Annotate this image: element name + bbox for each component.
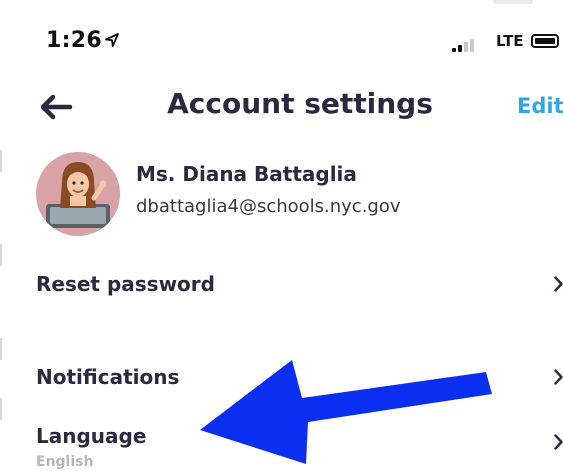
settings-row-label: Notifications — [36, 365, 180, 389]
edge-divider — [0, 150, 2, 172]
profile-email: dbattaglia4@schools.nyc.gov — [136, 196, 401, 217]
carrier-label: LTE — [496, 32, 524, 50]
settings-row-language[interactable]: Language English — [36, 424, 563, 470]
avatar-illustration — [36, 152, 120, 236]
edge-divider — [0, 338, 2, 360]
edit-button[interactable]: Edit — [517, 94, 563, 118]
location-arrow-icon — [105, 33, 119, 47]
status-bar: 1:26 LTE — [0, 28, 563, 62]
account-settings-screen: 1:26 LTE Account settings Edit Ms. Diana… — [0, 0, 563, 471]
edge-divider — [0, 398, 2, 420]
page-title: Account settings — [167, 87, 433, 120]
settings-row-reset-password[interactable]: Reset password — [36, 272, 563, 312]
settings-row-label: Reset password — [36, 272, 215, 296]
avatar — [36, 152, 120, 236]
chevron-right-icon — [554, 369, 563, 385]
chevron-right-icon — [554, 434, 563, 450]
cell-signal-icon — [450, 38, 490, 52]
profile-card: Ms. Diana Battaglia dbattaglia4@schools.… — [36, 152, 563, 242]
edge-divider — [0, 244, 2, 266]
status-time: 1:26 — [46, 28, 102, 53]
chevron-right-icon — [554, 276, 563, 292]
settings-row-label: Language — [36, 424, 147, 448]
nav-bar: Account settings Edit — [0, 84, 563, 128]
previous-status-bar-remnant — [493, 0, 533, 4]
profile-name: Ms. Diana Battaglia — [136, 162, 357, 186]
language-value: English — [36, 454, 94, 470]
settings-row-notifications[interactable]: Notifications — [36, 365, 563, 405]
battery-icon — [531, 34, 559, 48]
